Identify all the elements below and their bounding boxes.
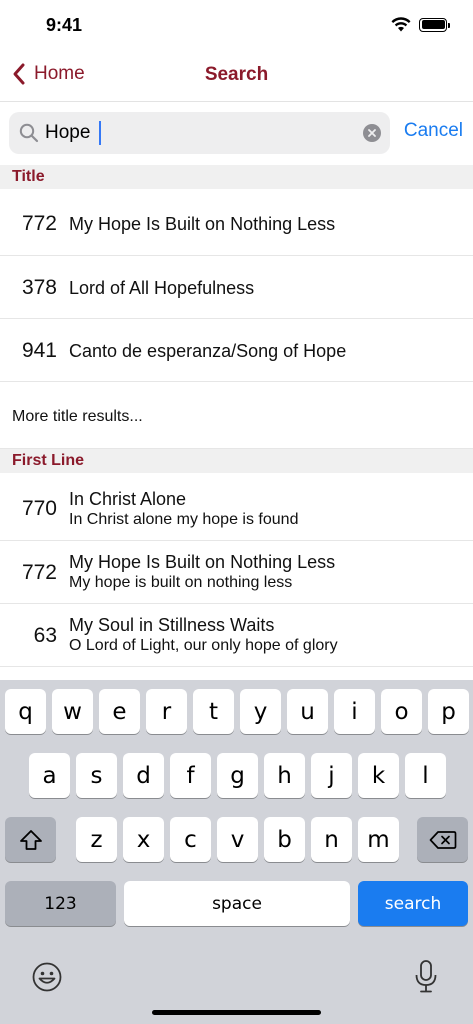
search-field[interactable] xyxy=(9,112,390,154)
hymn-title: My Hope Is Built on Nothing Less xyxy=(69,214,336,234)
key-p[interactable]: p xyxy=(428,689,469,734)
hymn-first-line: In Christ alone my hope is found xyxy=(69,511,299,528)
hymn-number: 772 xyxy=(21,561,57,584)
microphone-icon[interactable] xyxy=(413,959,439,995)
hymn-number: 378 xyxy=(21,276,57,299)
status-bar: 9:41 xyxy=(0,0,473,50)
key-e[interactable]: e xyxy=(99,689,140,734)
wifi-icon xyxy=(391,17,411,32)
key-j[interactable]: j xyxy=(311,753,352,798)
key-n[interactable]: n xyxy=(311,817,352,862)
hymn-title: My Hope Is Built on Nothing Less xyxy=(69,552,336,572)
space-key[interactable]: space xyxy=(124,881,350,926)
numbers-key[interactable]: 123 xyxy=(5,881,116,926)
delete-key[interactable] xyxy=(417,817,468,862)
key-k[interactable]: k xyxy=(358,753,399,798)
key-d[interactable]: d xyxy=(123,753,164,798)
hymn-title: My Soul in Stillness Waits xyxy=(69,615,275,635)
hymn-number: 63 xyxy=(33,624,57,647)
key-s[interactable]: s xyxy=(76,753,117,798)
first-line-result-row[interactable]: 770 In Christ Alone In Christ alone my h… xyxy=(0,473,473,541)
page-title: Search xyxy=(204,64,269,85)
text-cursor xyxy=(99,121,101,145)
key-a[interactable]: a xyxy=(29,753,70,798)
key-x[interactable]: x xyxy=(123,817,164,862)
hymn-first-line: O Lord of Light, our only hope of glory xyxy=(69,637,338,654)
title-result-row[interactable]: 772 My Hope Is Built on Nothing Less xyxy=(0,189,473,256)
key-g[interactable]: g xyxy=(217,753,258,798)
navigation-bar: Home Search xyxy=(0,50,473,102)
search-input[interactable] xyxy=(45,120,355,146)
key-f[interactable]: f xyxy=(170,753,211,798)
hymn-number: 941 xyxy=(21,339,57,362)
battery-icon xyxy=(419,17,450,32)
keyboard: q w e r t y u i o p a s d f g h j k l z … xyxy=(0,680,473,1024)
hymn-title: In Christ Alone xyxy=(69,489,187,509)
section-header-first-line: First Line xyxy=(0,449,473,473)
shift-key[interactable] xyxy=(5,817,56,862)
key-v[interactable]: v xyxy=(217,817,258,862)
shift-icon xyxy=(19,829,42,850)
key-h[interactable]: h xyxy=(264,753,305,798)
key-y[interactable]: y xyxy=(240,689,281,734)
hymn-number: 772 xyxy=(21,212,57,235)
hymn-number: 770 xyxy=(21,497,57,520)
key-o[interactable]: o xyxy=(381,689,422,734)
first-line-result-row[interactable]: 63 My Soul in Stillness Waits O Lord of … xyxy=(0,604,473,667)
key-u[interactable]: u xyxy=(287,689,328,734)
section-header-title: Title xyxy=(0,165,473,189)
key-r[interactable]: r xyxy=(146,689,187,734)
more-title-results-link[interactable]: More title results... xyxy=(0,382,473,449)
status-time: 9:41 xyxy=(46,15,83,35)
emoji-icon[interactable] xyxy=(31,961,63,993)
title-result-row[interactable]: 941 Canto de esperanza/Song of Hope xyxy=(0,319,473,382)
hymn-title: Lord of All Hopefulness xyxy=(69,278,255,298)
backspace-icon xyxy=(429,830,456,849)
key-i[interactable]: i xyxy=(334,689,375,734)
key-l[interactable]: l xyxy=(405,753,446,798)
search-icon xyxy=(19,123,39,143)
title-result-row[interactable]: 378 Lord of All Hopefulness xyxy=(0,256,473,319)
first-line-result-row[interactable]: 772 My Hope Is Built on Nothing Less My … xyxy=(0,541,473,604)
cancel-button[interactable]: Cancel xyxy=(404,120,463,142)
key-b[interactable]: b xyxy=(264,817,305,862)
home-indicator xyxy=(152,1010,321,1015)
key-m[interactable]: m xyxy=(358,817,399,862)
search-bar: Cancel xyxy=(0,110,473,156)
key-q[interactable]: q xyxy=(5,689,46,734)
key-t[interactable]: t xyxy=(193,689,234,734)
key-w[interactable]: w xyxy=(52,689,93,734)
status-icons xyxy=(391,17,450,32)
key-z[interactable]: z xyxy=(76,817,117,862)
key-c[interactable]: c xyxy=(170,817,211,862)
search-key[interactable]: search xyxy=(358,881,468,926)
hymn-title: Canto de esperanza/Song of Hope xyxy=(69,341,347,361)
clear-icon[interactable] xyxy=(363,124,381,142)
hymn-first-line: My hope is built on nothing less xyxy=(69,574,293,591)
